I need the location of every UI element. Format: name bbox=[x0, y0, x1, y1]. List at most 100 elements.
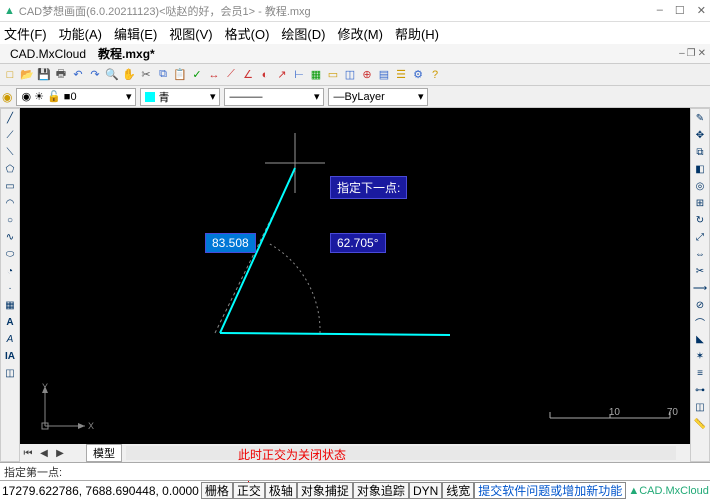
lineweight-select[interactable]: — ByLayer▾ bbox=[328, 88, 428, 106]
paste-icon[interactable]: 📋 bbox=[172, 67, 188, 83]
block2-icon[interactable]: ◫ bbox=[2, 366, 18, 380]
fillet-icon[interactable]: ⌒ bbox=[692, 315, 708, 329]
arc-icon[interactable]: ◠ bbox=[2, 196, 18, 210]
model-tab[interactable]: 模型 bbox=[86, 444, 122, 462]
lineweight-toggle[interactable]: 线宽 bbox=[442, 482, 474, 499]
print-icon[interactable]: 🖶 bbox=[53, 67, 69, 83]
grid-toggle[interactable]: 栅格 bbox=[201, 482, 233, 499]
ortho-toggle[interactable]: 正交 bbox=[233, 482, 265, 499]
array-icon[interactable]: ⊞ bbox=[692, 196, 708, 210]
copy2-icon[interactable]: ⧉ bbox=[692, 145, 708, 159]
menu-func[interactable]: 功能(A) bbox=[59, 24, 102, 43]
dim-align-icon[interactable]: ⟋ bbox=[223, 67, 239, 83]
match-icon[interactable]: ✓ bbox=[189, 67, 205, 83]
polygon-icon[interactable]: ⬠ bbox=[2, 162, 18, 176]
save-icon[interactable]: 💾 bbox=[36, 67, 52, 83]
mirror-icon[interactable]: ◧ bbox=[692, 162, 708, 176]
dyn-toggle[interactable]: DYN bbox=[409, 482, 442, 499]
undo-icon[interactable]: ↶ bbox=[70, 67, 86, 83]
menu-format[interactable]: 格式(O) bbox=[225, 24, 270, 43]
command-line[interactable]: 指定第一点: bbox=[0, 462, 710, 480]
new-icon[interactable]: □ bbox=[2, 67, 18, 83]
hatch-icon[interactable]: ▦ bbox=[308, 67, 324, 83]
ucs-y-label: Y bbox=[42, 382, 48, 392]
otrack-toggle[interactable]: 对象追踪 bbox=[353, 482, 409, 499]
pline-icon[interactable]: ⟋ bbox=[2, 128, 18, 142]
tab-document[interactable]: 教程.mxg* bbox=[92, 43, 161, 64]
region-icon[interactable]: ▭ bbox=[325, 67, 341, 83]
doc-restore-icon[interactable]: ❐ bbox=[687, 48, 696, 59]
tab-next-icon[interactable]: ▶ bbox=[52, 448, 68, 459]
pan-icon[interactable]: ✋ bbox=[121, 67, 137, 83]
attrib-icon[interactable]: IA bbox=[2, 349, 18, 363]
menu-help[interactable]: 帮助(H) bbox=[395, 24, 439, 43]
drawing-canvas[interactable]: 指定下一点: 83.508 62.705° Y X 10 70 bbox=[20, 108, 690, 444]
standard-toolbar: □ 📂 💾 🖶 ↶ ↷ 🔍 ✋ ✂ ⧉ 📋 ✓ ↔ ⟋ ∠ ◐ ↗ ⊢ ▦ ▭ … bbox=[0, 64, 710, 86]
move-icon[interactable]: ✥ bbox=[692, 128, 708, 142]
color-select[interactable]: 青▾ bbox=[140, 88, 220, 106]
rect-icon[interactable]: ▭ bbox=[2, 179, 18, 193]
join-icon[interactable]: ⊶ bbox=[692, 383, 708, 397]
linetype-select[interactable]: ———▾ bbox=[224, 88, 324, 106]
cut-icon[interactable]: ✂ bbox=[138, 67, 154, 83]
tab-prev-icon[interactable]: ◀ bbox=[36, 448, 52, 459]
window-close-button[interactable]: ✕ bbox=[697, 4, 706, 17]
tab-first-icon[interactable]: ⏮ bbox=[20, 448, 36, 459]
break-icon[interactable]: ⊘ bbox=[692, 298, 708, 312]
align-icon[interactable]: ≡ bbox=[692, 366, 708, 380]
length-readout: 83.508 bbox=[205, 233, 256, 253]
point-icon[interactable]: · bbox=[2, 281, 18, 295]
dim-linear-icon[interactable]: ↔ bbox=[206, 67, 222, 83]
rotate-icon[interactable]: ↻ bbox=[692, 213, 708, 227]
doc-close-icon[interactable]: ✕ bbox=[698, 48, 706, 59]
dim-radius-icon[interactable]: ◐ bbox=[257, 67, 273, 83]
menu-edit[interactable]: 编辑(E) bbox=[114, 24, 157, 43]
line-icon[interactable]: ╱ bbox=[2, 111, 18, 125]
table-icon[interactable]: ▤ bbox=[376, 67, 392, 83]
zoom-icon[interactable]: 🔍 bbox=[104, 67, 120, 83]
window-maximize-button[interactable]: ☐ bbox=[675, 4, 685, 17]
leader-icon[interactable]: ↗ bbox=[274, 67, 290, 83]
menu-view[interactable]: 视图(V) bbox=[169, 24, 212, 43]
group-icon[interactable]: ◫ bbox=[692, 400, 708, 414]
feedback-link[interactable]: 提交软件问题或增加新功能 bbox=[474, 482, 626, 499]
stretch-icon[interactable]: ⇔ bbox=[692, 247, 708, 261]
tab-cloud[interactable]: CAD.MxCloud bbox=[4, 45, 92, 63]
text-icon[interactable]: A bbox=[2, 315, 18, 329]
dim-angle-icon[interactable]: ∠ bbox=[240, 67, 256, 83]
doc-min-icon[interactable]: – bbox=[679, 48, 685, 59]
explode-icon[interactable]: ✶ bbox=[692, 349, 708, 363]
polar-toggle[interactable]: 极轴 bbox=[265, 482, 297, 499]
layer-select[interactable]: ◉ ☀ 🔓 ■ 0 ▾ bbox=[16, 88, 136, 106]
open-icon[interactable]: 📂 bbox=[19, 67, 35, 83]
trim-icon[interactable]: ✂ bbox=[692, 264, 708, 278]
menu-file[interactable]: 文件(F) bbox=[4, 24, 47, 43]
layer-mgr-icon[interactable]: ☰ bbox=[393, 67, 409, 83]
erase-icon[interactable]: ✎ bbox=[692, 111, 708, 125]
insert-icon[interactable]: ⊕ bbox=[359, 67, 375, 83]
chamfer-icon[interactable]: ◣ bbox=[692, 332, 708, 346]
help2-icon[interactable]: ? bbox=[427, 67, 443, 83]
spline-icon[interactable]: ∿ bbox=[2, 230, 18, 244]
offset-icon[interactable]: ◎ bbox=[692, 179, 708, 193]
measure-icon[interactable]: 📏 bbox=[692, 417, 708, 431]
window-minimize-button[interactable]: – bbox=[657, 4, 663, 17]
dim-cont-icon[interactable]: ⊢ bbox=[291, 67, 307, 83]
redo-icon[interactable]: ↷ bbox=[87, 67, 103, 83]
ellipse-arc-icon[interactable]: ◔ bbox=[2, 264, 18, 278]
mtext-icon[interactable]: A bbox=[2, 332, 18, 346]
scale-icon[interactable]: ⤢ bbox=[692, 230, 708, 244]
layer-state-icon[interactable]: ◉ bbox=[2, 90, 12, 104]
hatch2-icon[interactable]: ▦ bbox=[2, 298, 18, 312]
block-icon[interactable]: ◫ bbox=[342, 67, 358, 83]
menu-draw[interactable]: 绘图(D) bbox=[281, 24, 325, 43]
copy-icon[interactable]: ⧉ bbox=[155, 67, 171, 83]
xline-icon[interactable]: ⟍ bbox=[2, 145, 18, 159]
osnap-toggle[interactable]: 对象捕捉 bbox=[297, 482, 353, 499]
ellipse-icon[interactable]: ⬭ bbox=[2, 247, 18, 261]
extend-icon[interactable]: ⟶ bbox=[692, 281, 708, 295]
menu-modify[interactable]: 修改(M) bbox=[337, 24, 383, 43]
props-icon[interactable]: ⚙ bbox=[410, 67, 426, 83]
hscrollbar[interactable] bbox=[126, 446, 676, 460]
circle-icon[interactable]: ○ bbox=[2, 213, 18, 227]
